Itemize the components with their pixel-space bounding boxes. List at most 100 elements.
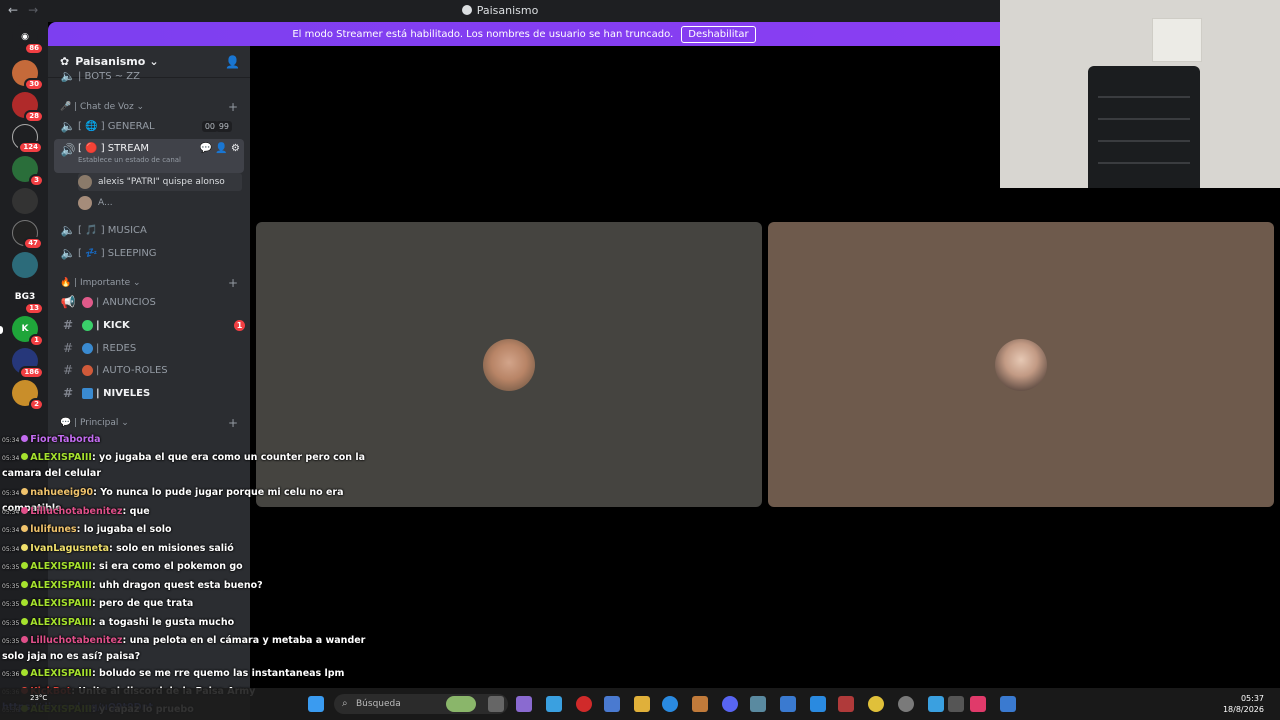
chat-timestamp: 05:35 <box>2 620 20 627</box>
windows-start-icon[interactable] <box>308 696 324 712</box>
discord-home-icon[interactable]: ◉ 86 <box>12 24 44 55</box>
app-icon[interactable] <box>948 696 964 712</box>
channel-emoji <box>82 296 93 308</box>
server-icon[interactable] <box>12 252 38 278</box>
app-icon[interactable] <box>838 696 854 712</box>
server-icon[interactable]: 30 <box>12 60 44 91</box>
chat-icon[interactable]: 💬 <box>200 143 212 154</box>
chat-message: 05:35 ALEXISPAIII: si era como el pokemon… <box>2 559 380 575</box>
wall-paper <box>1152 18 1202 62</box>
bg3-server-icon[interactable]: BG3 13 <box>12 284 44 315</box>
text-channel-anuncios[interactable]: 📢 | ANUNCIOS <box>54 291 244 313</box>
chat-username[interactable]: Lilluchotabenitez <box>30 506 122 517</box>
search-box[interactable]: ⌕ Búsqueda <box>334 694 508 714</box>
calculator-icon[interactable] <box>1000 696 1016 712</box>
server-icon[interactable]: 186 <box>12 348 44 379</box>
search-placeholder: Búsqueda <box>356 699 401 709</box>
voice-channel-sleeping[interactable]: 🔈[ 💤 ] SLEEPING <box>54 242 244 264</box>
server-icon[interactable] <box>12 188 38 214</box>
avatar <box>78 175 92 189</box>
settings-icon[interactable] <box>898 696 914 712</box>
chat-username[interactable]: ALEXISPAIII <box>30 598 92 609</box>
tiktok-icon[interactable] <box>970 696 986 712</box>
server-icon[interactable]: 2 <box>12 380 44 411</box>
hash-icon: # <box>62 386 74 400</box>
chat-username[interactable]: nahueeig90 <box>30 487 93 498</box>
discord-icon[interactable] <box>722 696 738 712</box>
clock[interactable]: 05:37 18/8/2026 <box>1223 693 1264 715</box>
text-channel-niveles[interactable]: # | NIVELES <box>54 382 244 404</box>
chat-username[interactable]: lulifunes <box>30 524 76 535</box>
chrome-icon[interactable] <box>868 696 884 712</box>
voice-user[interactable]: A... <box>78 194 113 212</box>
voice-channel-musica[interactable]: 🔈[ 🎵 ] MUSICA <box>54 219 244 241</box>
chat-username[interactable]: Lilluchotabenitez <box>30 635 122 646</box>
unread-badge: 124 <box>18 141 43 154</box>
server-icon[interactable]: 124 <box>12 124 43 154</box>
hash-icon: # <box>62 363 74 377</box>
opera-icon[interactable] <box>576 696 592 712</box>
weather-widget[interactable]: 23°C <box>30 694 47 702</box>
widget-icon[interactable] <box>446 696 476 712</box>
server-icon[interactable]: 47 <box>12 220 43 250</box>
store-icon[interactable] <box>604 696 620 712</box>
task-view-icon[interactable] <box>488 696 504 712</box>
category-important[interactable]: 🔥 | Importante ⌄ + <box>60 276 238 290</box>
chat-username[interactable]: ALEXISPAIII <box>30 617 92 628</box>
category-label: | Chat de Voz <box>74 102 134 112</box>
text-channel-auto-roles[interactable]: # | AUTO-ROLES <box>54 359 244 381</box>
app-icon[interactable] <box>780 696 796 712</box>
user-badge-icon <box>21 669 29 676</box>
app-icon[interactable] <box>810 696 826 712</box>
voice-user-name: alexis "PATRI" quispe alonso <box>98 177 225 187</box>
edge-icon[interactable] <box>662 696 678 712</box>
unread-badge: 1 <box>29 334 44 347</box>
channel-actions: 💬 👤 ⚙ <box>200 143 240 154</box>
app-icon[interactable] <box>692 696 708 712</box>
voice-channel-stream[interactable]: 🔊 [ 🔴 ] STREAM Establece un estado de ca… <box>54 139 244 173</box>
app-icon[interactable] <box>516 696 532 712</box>
bg3-label: BG3 <box>14 292 36 302</box>
chat-username[interactable]: IvanLagusneta <box>30 543 109 554</box>
add-channel-icon[interactable]: + <box>228 276 238 290</box>
server-icon[interactable]: 28 <box>12 92 44 123</box>
gear-icon[interactable]: ⚙ <box>231 143 240 154</box>
channel-label: | NIVELES <box>96 387 151 399</box>
app-icon[interactable] <box>928 696 944 712</box>
server-icon[interactable]: 3 <box>12 156 44 187</box>
channel-truncated[interactable]: 🔈 | BOTS ~ ZZ <box>54 70 244 82</box>
add-channel-icon[interactable]: + <box>228 416 238 430</box>
speaker-icon: 🔈 <box>60 119 76 133</box>
microphone-icon: 🎤 <box>60 102 72 112</box>
chevron-down-icon: ⌄ <box>149 55 159 68</box>
channel-emoji <box>82 364 93 376</box>
voice-user[interactable]: alexis "PATRI" quispe alonso <box>78 173 242 191</box>
invite-people-icon[interactable]: 👤 <box>225 55 240 69</box>
unread-badge: 47 <box>23 237 43 250</box>
invite-icon[interactable]: 👤 <box>215 143 227 154</box>
voice-channel-general[interactable]: 🔈[ 🌐 ] GENERAL 00 99 <box>54 115 244 137</box>
chat-username[interactable]: ALEXISPAIII <box>30 580 92 591</box>
taskbar: 23°C ⌕ Búsqueda 05:37 18/8/2026 <box>0 688 1280 720</box>
kick-server-icon[interactable]: K1 <box>12 316 44 347</box>
chat-username[interactable]: FioreTaborda <box>30 434 100 445</box>
chat-username[interactable]: ALEXISPAIII <box>30 668 92 679</box>
text-channel-redes[interactable]: # | REDES <box>54 337 244 359</box>
app-icon[interactable] <box>750 696 766 712</box>
category-voice[interactable]: 🎤 | Chat de Voz ⌄ + <box>60 100 238 114</box>
folder-icon[interactable] <box>634 696 650 712</box>
unread-badge: 3 <box>29 174 44 187</box>
speaker-active-icon: 🔊 <box>60 143 76 157</box>
video-tile-user-2[interactable] <box>768 222 1274 507</box>
search-icon: ⌕ <box>342 698 348 709</box>
disable-streamer-mode-button[interactable]: Deshabilitar <box>681 25 756 43</box>
add-channel-icon[interactable]: + <box>228 100 238 114</box>
chat-username[interactable]: ALEXISPAIII <box>30 452 92 463</box>
copilot-icon[interactable] <box>546 696 562 712</box>
category-main[interactable]: 💬 | Principal ⌄ + <box>60 416 238 430</box>
window-title: Paisanismo <box>0 4 1000 17</box>
channel-status[interactable]: Establece un estado de canal <box>78 156 181 164</box>
chat-username[interactable]: ALEXISPAIII <box>30 561 92 572</box>
text-channel-kick[interactable]: # | KICK 1 <box>54 314 245 336</box>
chat-message: 05:34 FioreTaborda <box>2 432 380 448</box>
